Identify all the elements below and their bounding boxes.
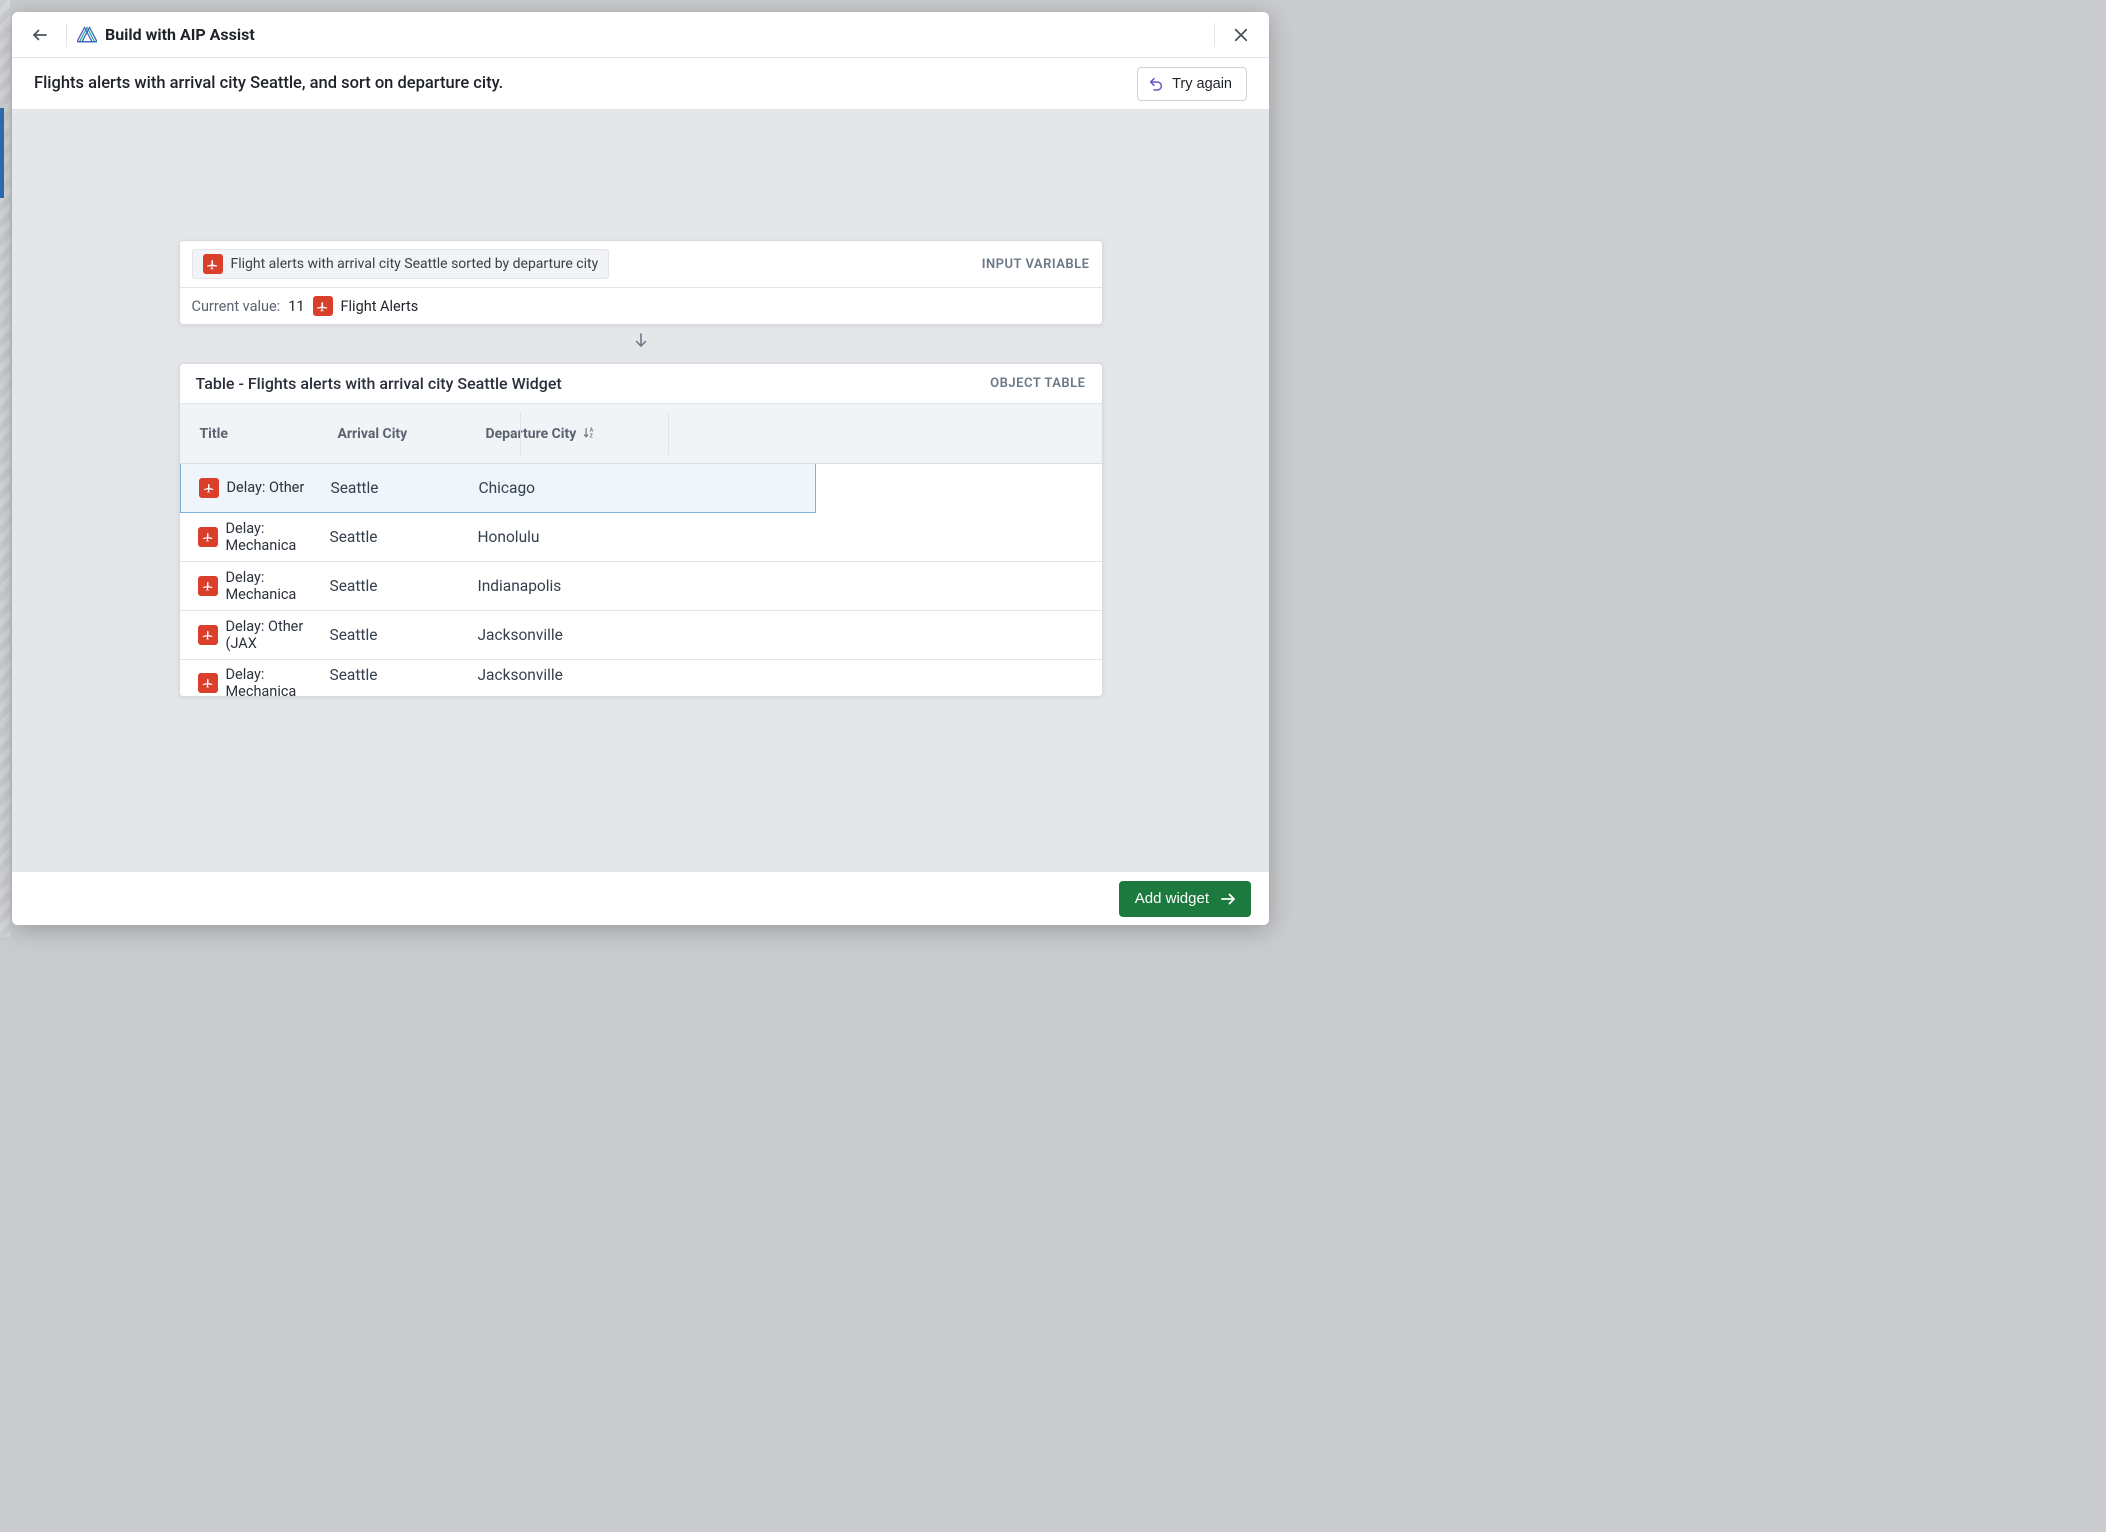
input-variable-chip[interactable]: Flight alerts with arrival city Seattle … — [192, 249, 610, 279]
modal-title: Build with AIP Assist — [105, 25, 255, 44]
cell-title: Delay: Mechanica — [226, 569, 322, 604]
cell-departure: Jacksonville — [478, 626, 626, 644]
arrow-right-icon — [1219, 890, 1237, 908]
add-widget-button[interactable]: Add widget — [1119, 881, 1251, 917]
modal-footer: Add widget — [12, 871, 1269, 925]
cell-departure: Chicago — [479, 479, 627, 497]
arrow-left-icon — [31, 26, 49, 44]
input-card-body: Current value: 11 Flight Alerts — [180, 288, 1102, 324]
table-title: Table - Flights alerts with arrival city… — [196, 374, 562, 393]
current-value-label: Current value: — [192, 298, 281, 315]
plane-icon — [199, 478, 219, 498]
try-again-label: Try again — [1172, 76, 1232, 92]
chip-text: Flight alerts with arrival city Seattle … — [231, 256, 599, 272]
svg-text:Z: Z — [590, 433, 594, 439]
close-icon — [1232, 26, 1250, 44]
table-row[interactable]: Delay: Other (JAX Seattle Jacksonville — [180, 611, 1102, 660]
input-variable-badge: INPUT VARIABLE — [982, 257, 1090, 272]
plane-icon — [203, 254, 223, 274]
cell-arrival: Seattle — [331, 479, 479, 497]
back-button[interactable] — [24, 19, 56, 51]
column-header-departure-city[interactable]: Departure City AZ — [478, 425, 626, 443]
current-value-count: 11 — [288, 298, 304, 315]
table-card-header: Table - Flights alerts with arrival city… — [180, 364, 1102, 404]
plane-icon — [198, 576, 218, 596]
prompt-bar: Flights alerts with arrival city Seattle… — [12, 58, 1269, 110]
undo-icon — [1148, 76, 1164, 92]
cell-arrival: Seattle — [330, 577, 478, 595]
flow-arrow — [179, 325, 1103, 363]
column-header-arrival-city[interactable]: Arrival City — [330, 426, 478, 442]
plane-icon — [313, 296, 333, 316]
column-divider — [520, 412, 521, 455]
table-row[interactable]: Delay: Mechanica Seattle Indianapolis — [180, 562, 1102, 611]
cell-title: Delay: Mechanica — [226, 666, 322, 696]
cell-title: Delay: Mechanica — [226, 520, 322, 555]
table-header-row: Title Arrival City Departure City AZ — [180, 404, 1102, 464]
column-header-title[interactable]: Title — [180, 426, 330, 442]
separator — [1214, 23, 1215, 47]
separator — [66, 23, 67, 47]
table-row[interactable]: Delay: Other Seattle Chicago — [180, 464, 816, 513]
plane-icon — [198, 625, 218, 645]
sort-asc-icon: AZ — [582, 425, 596, 443]
cell-title: Delay: Other — [227, 479, 305, 496]
cell-arrival: Seattle — [330, 626, 478, 644]
cell-arrival: Seattle — [330, 528, 478, 546]
modal-header: Build with AIP Assist — [12, 12, 1269, 58]
plane-icon — [198, 673, 218, 693]
plane-icon — [198, 527, 218, 547]
object-name: Flight Alerts — [341, 298, 419, 315]
table-row[interactable]: Delay: Mechanica Seattle Jacksonville — [180, 660, 1102, 696]
column-divider — [668, 412, 669, 455]
input-card-header: Flight alerts with arrival city Seattle … — [180, 241, 1102, 288]
aip-logo-icon — [77, 25, 97, 45]
add-widget-label: Add widget — [1135, 890, 1209, 907]
cell-departure: Indianapolis — [478, 577, 626, 595]
object-table-badge: OBJECT TABLE — [990, 376, 1085, 391]
prompt-text: Flights alerts with arrival city Seattle… — [34, 74, 503, 93]
background-strip — [0, 108, 4, 198]
table-body: Delay: Other Seattle Chicago Delay: Mech… — [180, 464, 1102, 696]
cell-arrival: Seattle — [330, 666, 478, 684]
canvas: Flight alerts with arrival city Seattle … — [12, 110, 1269, 871]
input-variable-card: Flight alerts with arrival city Seattle … — [179, 240, 1103, 325]
modal: Build with AIP Assist Flights alerts wit… — [12, 12, 1269, 925]
cell-title: Delay: Other (JAX — [226, 618, 322, 653]
arrow-down-icon — [632, 331, 650, 349]
try-again-button[interactable]: Try again — [1137, 67, 1247, 101]
cell-departure: Honolulu — [478, 528, 626, 546]
cell-departure: Jacksonville — [478, 666, 626, 684]
table-row[interactable]: Delay: Mechanica Seattle Honolulu — [180, 513, 1102, 562]
svg-text:A: A — [590, 427, 594, 433]
close-button[interactable] — [1225, 19, 1257, 51]
table-card: Table - Flights alerts with arrival city… — [179, 363, 1103, 697]
